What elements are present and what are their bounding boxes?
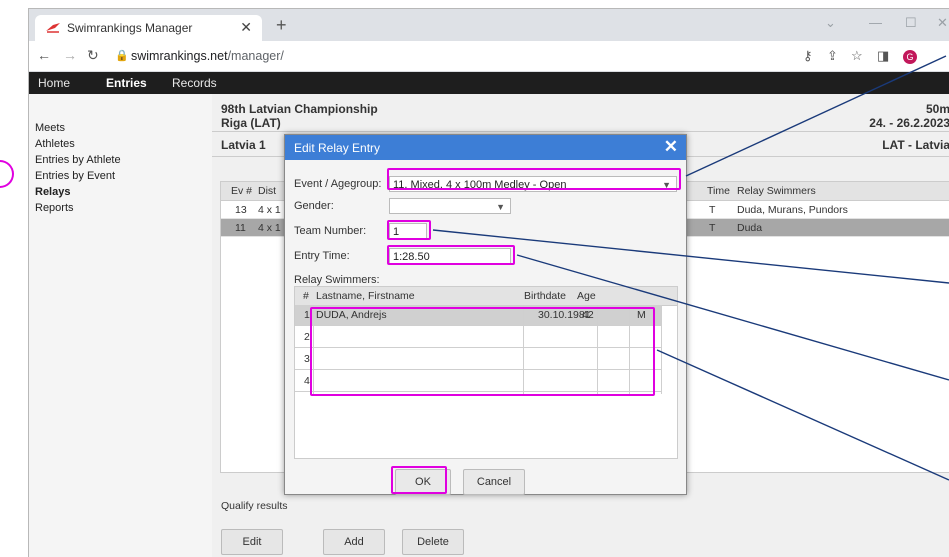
app-menu-bar: Home Entries Records [29, 72, 949, 94]
swimmer-number: 3 [304, 353, 310, 365]
row-swimmers: Duda, Murans, Pundors [737, 204, 848, 216]
highlight-team-number [387, 220, 431, 240]
minimize-icon[interactable]: — [869, 15, 882, 30]
bookmark-star-icon[interactable]: ☆ [851, 48, 863, 64]
club-name: Latvia 1 [221, 138, 266, 152]
row-swimmers: Duda [737, 222, 763, 234]
gender-select[interactable]: ▼ [389, 198, 511, 214]
key-icon[interactable]: ⚷ [803, 48, 813, 64]
entry-time-label: Entry Time: [294, 250, 350, 262]
chevron-down-icon: ▼ [496, 202, 505, 212]
lock-icon[interactable]: 🔒 [115, 49, 129, 62]
menu-records[interactable]: Records [172, 76, 217, 90]
qualify-results-text: Qualify results [221, 500, 288, 512]
share-icon[interactable]: ⇪ [827, 48, 838, 64]
back-icon[interactable]: ← [37, 47, 51, 63]
highlight-partial-circle [0, 160, 14, 188]
column-divider [661, 305, 662, 394]
highlight-event-field [387, 168, 681, 190]
sidebar-item-entries-by-event[interactable]: Entries by Event [35, 170, 115, 182]
row-time: T [709, 222, 716, 234]
row-ev: 11 [235, 222, 246, 234]
forward-icon[interactable]: → [63, 47, 77, 63]
col-age: Age [577, 290, 596, 302]
reload-icon[interactable]: ↻ [87, 47, 99, 64]
side-panel-icon[interactable]: ◨ [877, 48, 889, 64]
col-birthdate: Birthdate [524, 290, 567, 302]
col-time[interactable]: Time [707, 185, 730, 197]
highlight-entry-time [387, 245, 515, 265]
swimmer-number: 1 [304, 309, 310, 321]
team-number-label: Team Number: [294, 225, 367, 237]
relay-swimmers-label: Relay Swimmers: [294, 274, 380, 286]
menu-home[interactable]: Home [38, 76, 70, 90]
tab-title: Swimrankings Manager [67, 21, 193, 35]
sidebar-item-entries-by-athlete[interactable]: Entries by Athlete [35, 154, 121, 166]
col-ev[interactable]: Ev # [231, 185, 252, 197]
tab-close-icon[interactable]: ✕ [240, 19, 252, 36]
row-time: T [709, 204, 716, 216]
url-field[interactable]: swimrankings.net/manager/ [131, 49, 284, 63]
dialog-close-icon[interactable]: ✕ [664, 137, 678, 157]
meet-course: 50m [925, 102, 949, 116]
col-name: Lastname, Firstname [316, 290, 415, 302]
col-number: # [303, 290, 309, 302]
meet-title: 98th Latvian Championship [221, 102, 378, 116]
tab-search-icon[interactable]: ⌄ [825, 15, 836, 31]
divider [212, 131, 949, 132]
col-dist[interactable]: Dist [258, 185, 276, 197]
sidebar-item-meets[interactable]: Meets [35, 122, 65, 134]
close-window-icon[interactable]: ✕ [937, 15, 948, 31]
maximize-icon[interactable]: ☐ [905, 15, 917, 31]
edit-button[interactable]: Edit [221, 529, 283, 555]
row-dist: 4 x 1 [258, 204, 281, 216]
sidebar: Meets Athletes Entries by Athlete Entrie… [29, 94, 213, 557]
row-ev: 13 [235, 204, 247, 216]
tab-bar: Swimrankings Manager ✕ + ⌄ — ☐ ✕ [29, 9, 949, 41]
dialog-title: Edit Relay Entry [294, 141, 381, 155]
swimmers-table-header: # Lastname, Firstname Birthdate Age [295, 287, 677, 306]
url-path: /manager/ [227, 49, 284, 63]
sidebar-item-reports[interactable]: Reports [35, 202, 74, 214]
dialog-title-bar: Edit Relay Entry ✕ [285, 135, 686, 160]
swimmer-number: 2 [304, 331, 310, 343]
menu-entries[interactable]: Entries [106, 76, 147, 90]
sidebar-item-athletes[interactable]: Athletes [35, 138, 75, 150]
row-dist: 4 x 1 [258, 222, 281, 234]
url-domain: swimrankings.net [131, 49, 228, 63]
swimmer-number: 4 [304, 375, 310, 387]
delete-button[interactable]: Delete [402, 529, 464, 555]
cancel-button[interactable]: Cancel [463, 469, 525, 495]
profile-avatar[interactable]: G [903, 50, 917, 64]
browser-tab[interactable]: Swimrankings Manager ✕ [35, 15, 262, 41]
sidebar-item-relays[interactable]: Relays [35, 186, 70, 198]
club-code: LAT - Latvia [882, 138, 949, 152]
add-button[interactable]: Add [323, 529, 385, 555]
meet-location: Riga (LAT) [221, 116, 281, 130]
swimrankings-logo-icon [46, 23, 60, 33]
event-label: Event / Agegroup: [294, 178, 382, 190]
col-relay-swimmers[interactable]: Relay Swimmers [737, 185, 816, 197]
new-tab-icon[interactable]: + [276, 15, 287, 36]
meet-dates: 24. - 26.2.2023 [869, 116, 949, 130]
address-bar: ← → ↻ 🔒 swimrankings.net/manager/ ⚷ ⇪ ☆ … [29, 41, 949, 72]
gender-label: Gender: [294, 200, 334, 212]
highlight-swimmers-table [310, 307, 655, 396]
highlight-ok-button [391, 466, 447, 494]
